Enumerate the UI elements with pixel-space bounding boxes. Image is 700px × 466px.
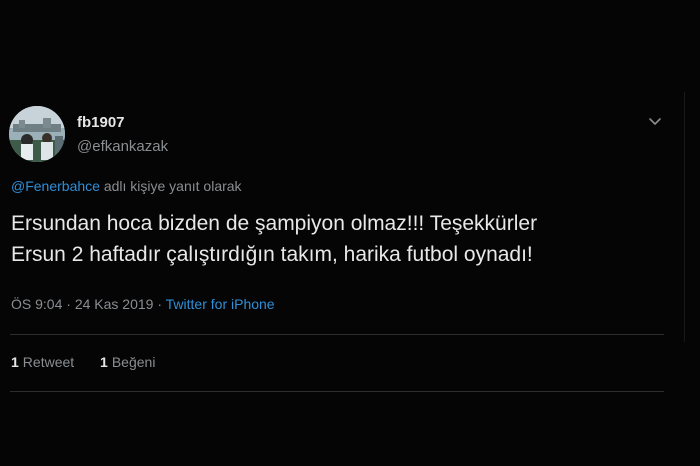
tweet-stats: 1 Retweet 1 Beğeni: [11, 354, 177, 370]
tweet-text-line-1: Ersundan hoca bizden de şampiyon olmaz!!…: [11, 212, 538, 235]
retweets-label: Retweet: [22, 354, 75, 370]
tweet-meta: ÖS 9:04 · 24 Kas 2019 · Twitter for iPho…: [11, 296, 275, 312]
tweet-text-line-2: Ersun 2 haftadır çalıştırdığın takım, ha…: [11, 243, 533, 266]
retweets-count: 1: [11, 354, 19, 370]
meta-separator: ·: [66, 296, 71, 312]
tweet-card: fb1907 @efkankazak @Fenerbahce adlı kişi…: [0, 0, 700, 466]
tweet-source-link[interactable]: Twitter for iPhone: [166, 296, 275, 312]
chevron-down-icon[interactable]: [645, 112, 665, 132]
likes-label: Beğeni: [111, 354, 156, 370]
display-name[interactable]: fb1907: [77, 114, 125, 131]
tweet-time[interactable]: ÖS 9:04: [11, 296, 62, 312]
likes-stat[interactable]: 1 Beğeni: [100, 354, 155, 370]
tweet-date[interactable]: 24 Kas 2019: [75, 296, 154, 312]
reply-suffix: adlı kişiye yanıt olarak: [103, 178, 242, 194]
meta-separator: ·: [157, 296, 163, 312]
avatar[interactable]: [9, 106, 65, 162]
user-handle[interactable]: @efkankazak: [77, 138, 168, 155]
reply-mention-link[interactable]: @Fenerbahce: [11, 178, 100, 194]
retweets-stat[interactable]: 1 Retweet: [11, 354, 74, 370]
tweet-text: Ersundan hoca bizden de şampiyon olmaz!!…: [11, 208, 681, 270]
divider: [10, 391, 664, 392]
scroll-edge: [684, 92, 685, 342]
likes-count: 1: [100, 354, 108, 370]
avatar-photo-icon: [9, 106, 65, 162]
divider: [10, 334, 664, 335]
reply-context: @Fenerbahce adlı kişiye yanıt olarak: [11, 178, 242, 194]
